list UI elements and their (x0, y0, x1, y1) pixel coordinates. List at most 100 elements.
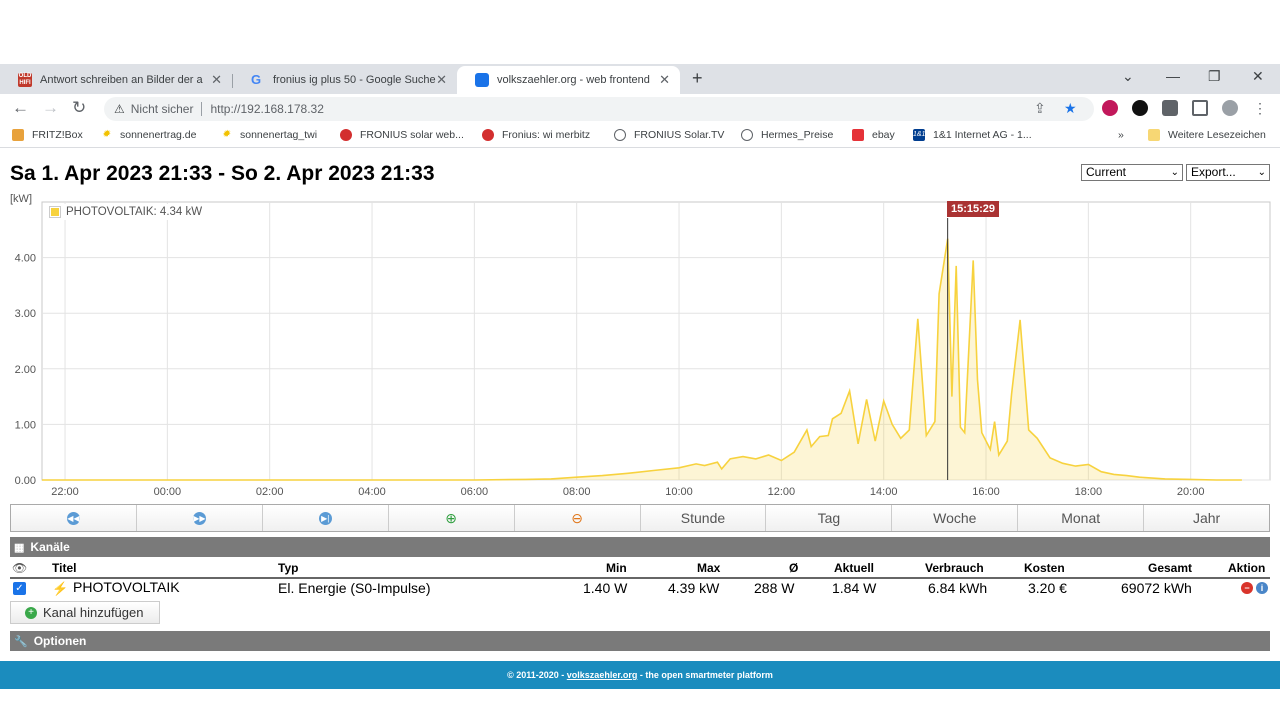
profile-avatar-icon[interactable] (1222, 100, 1238, 116)
warning-icon: ⚠ (114, 102, 125, 116)
bookmark-fronius-solartv[interactable]: FRONIUS Solar.TV (614, 129, 724, 141)
channel-info-icon[interactable]: i (1256, 582, 1268, 594)
col-header-verbrauch: Verbrauch (925, 561, 984, 575)
tab-volkszaehler[interactable]: volkszaehler.org - web frontend ✕ (457, 66, 680, 94)
add-channel-label: Kanal hinzufügen (43, 605, 144, 620)
wrench-icon: 🔧 (14, 635, 28, 648)
fast-forward-icon: ▶▶ (192, 511, 206, 525)
url-text[interactable]: http://192.168.178.32 (210, 102, 323, 116)
export-select[interactable]: Export... ⌄ (1186, 164, 1270, 181)
channel-kosten: 3.20 € (1028, 580, 1067, 596)
globe-icon (741, 129, 753, 141)
new-tab-icon[interactable]: + (692, 68, 703, 89)
period-stunde-button[interactable]: Stunde (640, 505, 767, 531)
x-tick-label: 14:00 (870, 486, 898, 498)
desktop-top-area (0, 0, 1280, 64)
period-tag-button[interactable]: Tag (766, 505, 893, 531)
bookmark-sonnenertrag[interactable]: ✹ sonnenertrag.de (100, 129, 197, 141)
chart-legend[interactable]: PHOTOVOLTAIK: 4.34 kW (46, 204, 206, 220)
zoom-out-button[interactable]: ⊖ (514, 505, 641, 531)
channel-max: 4.39 kW (668, 580, 720, 596)
col-header-min: Min (606, 561, 627, 575)
channel-avg: 288 W (754, 580, 795, 596)
col-header-kosten: Kosten (1024, 561, 1065, 575)
close-tab-icon[interactable]: ✕ (659, 72, 670, 88)
table-icon: ▦ (14, 541, 25, 554)
bookmark-star-icon[interactable]: ★ (1064, 100, 1077, 117)
close-tab-icon[interactable]: ✕ (211, 72, 222, 88)
extensions-puzzle-icon[interactable] (1162, 100, 1178, 116)
bookmark-label: Fronius: wi merbitz (502, 129, 591, 141)
delete-channel-icon[interactable]: − (1241, 582, 1253, 594)
bookmark-sonnenertag-twi[interactable]: ✹ sonnenertag_twi (220, 129, 317, 141)
channel-visible-checkbox[interactable]: ✓ (13, 582, 26, 595)
tab-search-chevron-icon[interactable]: ⌄ (1122, 68, 1134, 85)
footer-link[interactable]: volkszaehler.org (567, 670, 638, 680)
bookmark-label: 1&1 Internet AG - 1... (933, 129, 1032, 141)
channels-section-header[interactable]: ▦ Kanäle (10, 537, 1270, 557)
address-bar[interactable]: ⚠ Nicht sicher http://192.168.178.32 (104, 97, 1094, 121)
x-tick-label: 20:00 (1177, 486, 1205, 498)
export-select-value: Export... (1191, 165, 1236, 179)
restore-icon[interactable]: ❐ (1208, 68, 1221, 85)
1und1-icon: 1&1 (913, 129, 925, 141)
zoom-in-button[interactable]: ⊕ (388, 505, 515, 531)
tab-google-search[interactable]: G fronius ig plus 50 - Google Suche ✕ (233, 66, 457, 94)
forward-icon[interactable]: → (42, 98, 59, 118)
more-bookmarks-button[interactable]: » (1118, 129, 1124, 141)
side-panel-icon[interactable] (1192, 100, 1208, 116)
extension-icon[interactable] (1102, 100, 1118, 116)
footer-tagline: - the open smartmeter platform (637, 670, 773, 680)
tab-hifi-forum[interactable]: OLD HIFI Antwort schreiben an Bilder der … (0, 66, 232, 94)
security-label[interactable]: Nicht sicher (131, 102, 194, 116)
options-section-header[interactable]: 🔧 Optionen (10, 631, 1270, 651)
chevron-down-icon: ⌄ (1257, 167, 1266, 178)
bookmark-fronius-wi[interactable]: Fronius: wi merbitz (482, 129, 590, 141)
period-monat-button[interactable]: Monat (1018, 505, 1145, 531)
energy-chart[interactable]: 0.00 1.00 2.00 3.00 4.00 22:00 00:00 02:00 04:00… (0, 200, 1280, 500)
x-tick-label: 12:00 (768, 486, 796, 498)
share-icon[interactable]: ⇪ (1034, 100, 1046, 117)
close-tab-icon[interactable]: ✕ (436, 72, 447, 88)
jump-to-end-button[interactable]: ▶| (262, 505, 389, 531)
move-forward-button[interactable]: ▶▶ (136, 505, 263, 531)
close-window-icon[interactable]: ✕ (1252, 68, 1264, 85)
y-tick-label: 3.00 (15, 308, 36, 320)
channels-section-title: Kanäle (30, 540, 70, 554)
channel-min: 1.40 W (583, 580, 628, 596)
mode-select[interactable]: Current ⌄ (1081, 164, 1183, 181)
other-bookmarks-folder[interactable]: Weitere Lesezeichen (1148, 129, 1266, 141)
bookmark-fronius-solarweb[interactable]: FRONIUS solar web... (340, 129, 464, 141)
x-tick-label: 00:00 (154, 486, 182, 498)
bookmark-label: FRONIUS solar web... (360, 129, 464, 141)
back-icon[interactable]: ← (12, 98, 29, 118)
legend-label: PHOTOVOLTAIK: 4.34 kW (66, 206, 203, 218)
bookmark-hermes[interactable]: Hermes_Preise (741, 129, 833, 141)
col-header-max: Max (697, 561, 721, 575)
bookmark-1und1[interactable]: 1&1 1&1 Internet AG - 1... (913, 129, 1032, 141)
col-header-avg: Ø (789, 561, 799, 575)
mode-select-value: Current (1086, 165, 1127, 179)
period-jahr-button[interactable]: Jahr (1144, 505, 1270, 531)
reload-icon[interactable]: ↻ (72, 98, 86, 118)
period-woche-button[interactable]: Woche (892, 505, 1019, 531)
x-tick-label: 18:00 (1075, 486, 1103, 498)
x-tick-label: 04:00 (358, 486, 386, 498)
zoom-in-icon: ⊕ (445, 509, 458, 526)
add-channel-button[interactable]: + Kanal hinzufügen (10, 601, 160, 624)
menu-kebab-icon[interactable]: ⋮ (1252, 100, 1268, 116)
extension-icon[interactable] (1132, 100, 1148, 116)
bookmark-fritzbox[interactable]: FRITZ!Box (12, 129, 83, 141)
minimize-icon[interactable]: — (1166, 68, 1180, 84)
x-tick-label: 02:00 (256, 486, 284, 498)
fronius-icon (482, 129, 494, 141)
col-header-aktion: Aktion (1228, 561, 1266, 575)
channel-aktuell: 1.84 W (832, 580, 877, 596)
legend-swatch (49, 206, 61, 218)
time-navigation-bar: ◀◀ ▶▶ ▶| ⊕ ⊖ Stunde Tag Woche Monat Jahr (10, 504, 1270, 532)
tab-title: fronius ig plus 50 - Google Suche (273, 74, 436, 86)
bookmark-label: FRITZ!Box (32, 129, 83, 141)
bookmark-ebay[interactable]: ebay (852, 129, 895, 141)
channel-title[interactable]: PHOTOVOLTAIK (73, 579, 180, 595)
move-back-button[interactable]: ◀◀ (11, 505, 137, 531)
